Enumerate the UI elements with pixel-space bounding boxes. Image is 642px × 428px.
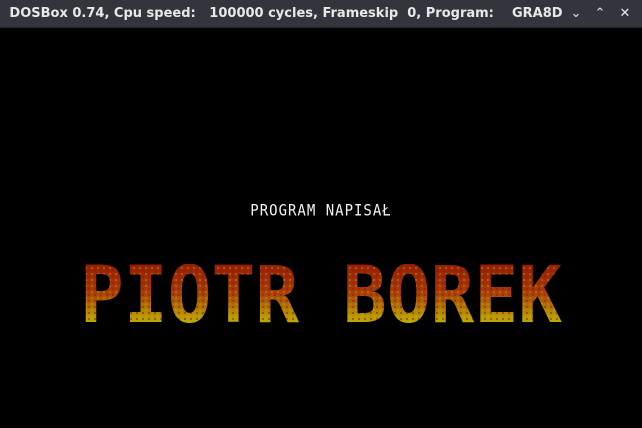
close-icon[interactable]: ✕ bbox=[617, 6, 633, 22]
title-bar[interactable]: DOSBox 0.74, Cpu speed: 100000 cycles, F… bbox=[0, 0, 642, 28]
maximize-icon[interactable]: ⌃ bbox=[592, 6, 608, 22]
minimize-icon[interactable]: ⌄ bbox=[568, 6, 584, 22]
logo-texture: PIOTR BOREK bbox=[80, 264, 562, 328]
dosbox-window: DOSBox 0.74, Cpu speed: 100000 cycles, F… bbox=[0, 0, 642, 428]
credit-line: PROGRAM NAPISAŁ bbox=[250, 201, 392, 221]
dos-screen[interactable]: PROGRAM NAPISAŁ PIOTR BOREK PIOTR BOREK bbox=[0, 28, 642, 428]
author-logo: PIOTR BOREK PIOTR BOREK bbox=[80, 264, 562, 328]
window-title: DOSBox 0.74, Cpu speed: 100000 cycles, F… bbox=[9, 6, 563, 21]
